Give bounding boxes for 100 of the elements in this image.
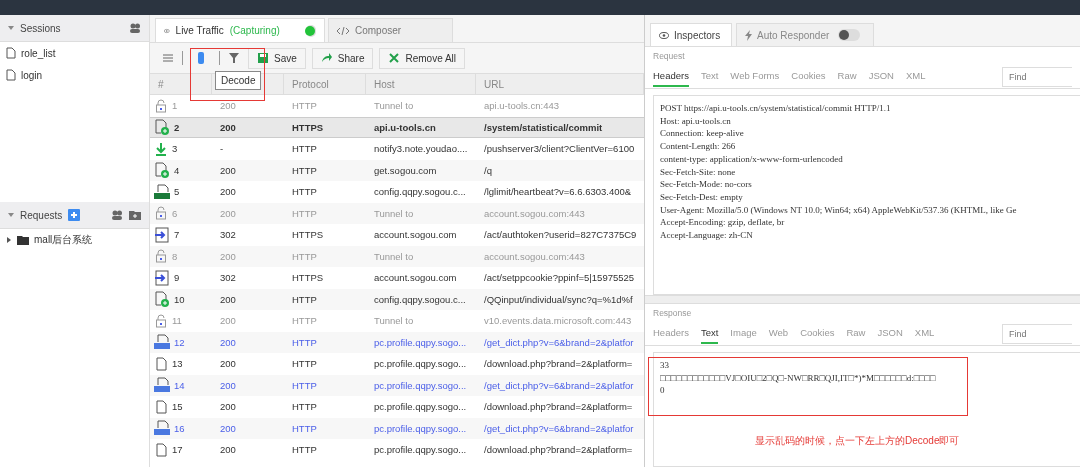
session-item[interactable]: login [0,64,149,86]
inspector-tab[interactable]: Auto Responder [736,23,874,46]
section-label: Response [652,307,693,318]
lock-icon [154,313,168,328]
eye-icon [659,31,669,39]
inspector-subtab[interactable]: Headers [653,323,689,344]
inspector-subtab[interactable]: Image [730,323,757,344]
session-row[interactable]: 12 200 HTTP pc.profile.qqpy.sogo... /get_dict.php?v=6&brand=2&platfor [150,331,644,353]
table-cell-text: account.sogou.com:443 [483,207,586,219]
code-icon [337,26,349,35]
document-plus-icon [154,291,170,308]
table-cell-text: 200 [219,250,237,262]
folder-plus-icon[interactable] [129,209,141,221]
session-row[interactable]: 3 - HTTP notify3.note.youdao.... /pushserver3/client?ClientVer=6100 [150,138,644,160]
session-row[interactable]: 14 200 HTTP pc.profile.qqpy.sogo... /get_dict.php?v=6&brand=2&platfor [150,374,644,396]
session-row[interactable]: 13 200 HTTP pc.profile.qqpy.sogo... /download.php?brand=2&platform= [150,353,644,375]
lightning-icon [745,29,752,41]
text-line: Connection: keep-alive [660,127,745,141]
inspector-subtab[interactable]: Web [768,323,789,344]
session-row[interactable]: 17 200 HTTP pc.profile.qqpy.sogo... /download.php?brand=2&platform= [150,439,644,461]
toolbar-button[interactable]: Remove All [379,47,466,69]
inspector-tab[interactable]: Inspectors [650,23,732,46]
toolbar-button[interactable]: Share [311,47,374,69]
table-cell-text: /download.php?brand=2&platform= [483,358,634,370]
find-field[interactable]: Find [1002,66,1072,87]
inspector-subtab[interactable]: Text [700,323,719,344]
session-row[interactable]: 16 200 HTTP pc.profile.qqpy.sogo... /get_dict.php?v=6&brand=2&platfor [150,417,644,439]
text-line: Sec-Fetch-Mode: no-cors [660,178,753,191]
session-row[interactable]: 1 200 HTTP Tunnel to api.u-tools.cn:443 [150,95,644,117]
column-header[interactable]: Protocol [284,74,366,94]
users-icon [129,22,141,34]
inspector-subtab[interactable]: Headers [653,66,689,87]
traffic-tab[interactable]: Live Traffic (Capturing) [155,18,325,42]
text-line: Accept-Encoding: gzip, deflate, br [660,216,786,230]
inspector-subtab[interactable]: Cookies [800,323,835,344]
session-row[interactable]: 4 200 HTTP get.sogou.com /q [150,159,644,181]
text-line: □□□□□□□□□□□□VJ□OIU□2□Q□-NW□RR□QJI,IT□*)*M□□□□□□d:□□□□ [660,371,937,385]
toolbar-button[interactable]: Save [248,47,306,69]
text-line: Content-Length: 266 [660,140,737,153]
session-row[interactable]: 5 200 HTTP config.qqpy.sogou.c... /lglimit/heartbeat?v=6.6.6303.400& [150,181,644,203]
document-icon [6,47,16,59]
decode-button[interactable] [195,50,207,66]
table-cell-text: api.u-tools.cn:443 [483,100,560,112]
row-number: 11 [172,315,182,327]
text-line: 0 [660,384,666,398]
table-cell-text: HTTP [291,358,318,370]
save-icon [257,52,269,64]
table-cell-text: pc.profile.qqpy.sogo... [373,336,468,348]
tree-item[interactable]: mall后台系统 [0,229,149,251]
inspector-subtab[interactable]: Cookies [791,66,826,87]
session-row[interactable]: 11 200 HTTP Tunnel to v10.events.data.microsoft.com:443 [150,310,644,332]
table-cell-text: HTTPS [291,272,325,284]
row-number: 10 [174,293,185,305]
row-number: 2 [174,121,180,133]
document-icon [154,442,168,457]
row-number: 7 [174,229,180,241]
column-header[interactable]: URL [476,74,644,94]
table-cell-text: /QQinput/individual/sync?q=%1d%f [483,293,634,305]
session-row[interactable]: 6 200 HTTP Tunnel to account.sogou.com:443 [150,202,644,224]
filter-button[interactable] [226,50,242,66]
tab-label: Auto Responder [757,29,830,41]
column-header[interactable]: Host [366,74,476,94]
session-row[interactable]: 15 200 HTTP pc.profile.qqpy.sogo... /download.php?brand=2&platform= [150,396,644,418]
table-cell-text: HTTP [291,186,318,198]
column-header[interactable]: # [150,74,212,94]
table-cell-text: /act/setppcookie?ppinf=5|15975525 [483,272,636,284]
table-cell-text: pc.profile.qqpy.sogo... [373,358,468,370]
close-icon [388,52,401,64]
table-cell-text: 302 [219,229,237,241]
session-row[interactable]: 2 200 HTTPS api.u-tools.cn /system/statistical/commit [150,116,644,138]
find-field[interactable]: Find [1002,323,1072,344]
table-cell-text: 302 [219,272,237,284]
inspector-subtab[interactable]: JSON [868,66,894,87]
session-item[interactable]: role_list [0,42,149,64]
document-icon [154,399,168,414]
inspector-subtab[interactable]: Raw [837,66,857,87]
session-row[interactable]: 7 302 HTTPS account.sogou.com /act/authtoken?userid=827C7375C9 [150,224,644,246]
row-number: 6 [172,207,178,219]
inspector-subtab[interactable]: XML [905,66,926,87]
table-cell-text: /get_dict.php?v=6&brand=2&platfor [483,422,635,434]
inspector-subtab[interactable]: Web Forms [730,66,780,87]
session-row[interactable]: 8 200 HTTP Tunnel to account.sogou.com:443 [150,245,644,267]
inspector-subtab[interactable]: JSON [877,323,903,344]
traffic-tab[interactable]: Composer [328,18,453,42]
add-icon[interactable] [68,209,81,221]
inspector-subtab[interactable]: Text [700,66,719,87]
table-cell-text: config.qqpy.sogou.c... [373,186,467,198]
inspector-subtab[interactable]: Raw [846,323,866,344]
caret-icon [8,25,14,31]
table-cell-text: 200 [219,444,237,456]
responder-toggle[interactable] [838,29,861,41]
table-cell-text: /lglimit/heartbeat?v=6.6.6303.400& [483,186,633,198]
text-line: Host: api.u-tools.cn [660,114,732,128]
table-cell-text: HTTP [291,422,318,434]
table-cell-text: HTTP [291,100,318,112]
inspector-subtab[interactable]: XML [914,323,935,344]
capture-toggle[interactable] [305,24,316,37]
session-row[interactable]: 9 302 HTTPS account.sogou.com /act/setppcookie?ppinf=5|15975525 [150,267,644,289]
text-line: User-Agent: Mozilla/5.0 (Windows NT 10.0; Win64; x64) AppleWebKit/537.36 (KHTML, like Ge [660,203,1018,217]
session-row[interactable]: 10 200 HTTP config.qqpy.sogou.c... /QQinput/individual/sync?q=%1d%f [150,288,644,310]
